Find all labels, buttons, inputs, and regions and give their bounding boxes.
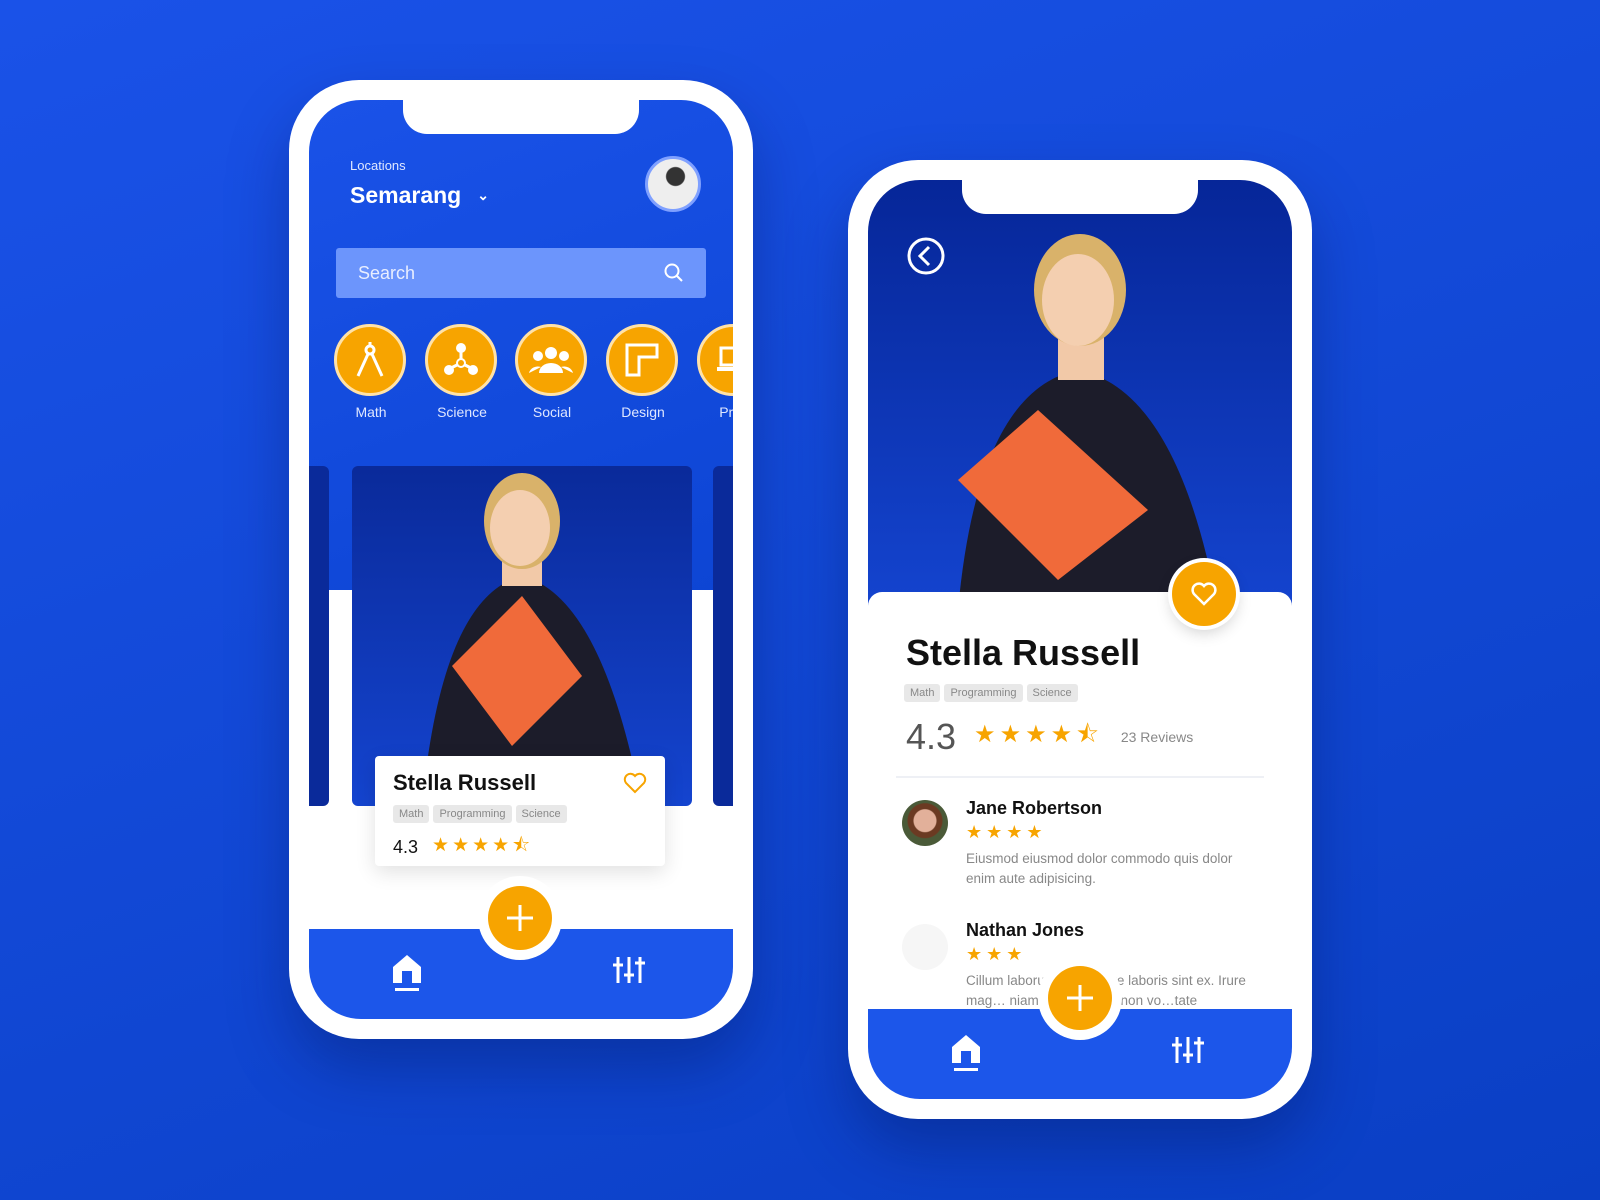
- tag: Math: [904, 684, 941, 702]
- divider: [896, 776, 1264, 778]
- tutor-name: Stella Russell: [393, 770, 537, 795]
- tutor-name: Stella Russell: [906, 632, 1141, 673]
- add-button[interactable]: [1048, 966, 1112, 1030]
- location-value: Semarang: [350, 182, 462, 208]
- location-label: Locations: [350, 158, 406, 173]
- category-social[interactable]: Social: [515, 324, 589, 420]
- location-dropdown[interactable]: Semarang ⌄: [350, 182, 489, 209]
- category-math[interactable]: Math: [334, 324, 408, 420]
- back-icon[interactable]: [906, 236, 946, 276]
- filter-icon[interactable]: [613, 955, 645, 985]
- tag: Programming: [944, 684, 1023, 702]
- add-button[interactable]: [488, 886, 552, 950]
- reviews-count: 23 Reviews: [1120, 729, 1194, 745]
- tag: Science: [1026, 684, 1078, 702]
- rating-value: 4.3: [906, 716, 957, 757]
- category-science[interactable]: Science: [425, 324, 499, 420]
- avatar[interactable]: [645, 156, 701, 212]
- plus-icon: [507, 905, 533, 931]
- notch: [962, 180, 1198, 214]
- star-rating: ★★★★⯪: [432, 835, 534, 856]
- plus-icon: [1067, 985, 1093, 1011]
- category-programming[interactable]: Prog: [697, 324, 733, 420]
- filter-icon[interactable]: [1172, 1035, 1204, 1065]
- reviewer-name: Jane Robertson: [966, 798, 1103, 818]
- ruler-icon: [606, 324, 678, 396]
- compass-icon: [334, 324, 406, 396]
- review-text: Cillum laboru… ea sit aute laboris sint …: [966, 973, 1246, 1008]
- tag: Science: [515, 805, 567, 823]
- tutor-photo: [422, 473, 642, 806]
- reviewer-avatar: [902, 800, 948, 846]
- search-icon[interactable]: [664, 263, 684, 283]
- home-icon[interactable]: [950, 1033, 982, 1073]
- review-item: Jane Robertson ★★★★ Eiusmod eiusmod dolo…: [902, 798, 1262, 889]
- notch: [403, 100, 639, 134]
- detail-phone: Stella Russell Math Programming Science 4.…: [848, 160, 1312, 1119]
- tutor-card[interactable]: Stella Russell Math Programming Science 4.…: [375, 756, 665, 866]
- heart-icon[interactable]: [623, 772, 647, 794]
- home-icon[interactable]: [391, 953, 423, 993]
- group-icon: [515, 324, 587, 396]
- review-text: Eiusmod eiusmod dolor commodo quis dolor…: [966, 851, 1233, 886]
- review-stars: ★★★★: [966, 822, 1047, 842]
- chevron-down-icon: ⌄: [477, 187, 489, 203]
- reviewer-name: Nathan Jones: [966, 920, 1085, 940]
- rating-value: 4.3: [393, 836, 419, 857]
- molecule-icon: [425, 324, 497, 396]
- tag: Math: [393, 805, 430, 823]
- star-rating: ★★★★⯪: [974, 720, 1103, 748]
- tutor-card-image[interactable]: [352, 466, 692, 806]
- tag: Programming: [433, 805, 512, 823]
- search-input[interactable]: Search: [336, 248, 706, 298]
- search-placeholder: Search: [358, 262, 416, 283]
- review-stars: ★★★: [966, 944, 1027, 964]
- reviewer-avatar: [902, 924, 948, 970]
- home-phone: Locations Semarang ⌄ Search Math Science…: [289, 80, 753, 1039]
- favorite-button[interactable]: [1172, 562, 1236, 626]
- laptop-icon: [697, 324, 733, 396]
- category-design[interactable]: Design: [606, 324, 680, 420]
- heart-icon: [1191, 582, 1217, 606]
